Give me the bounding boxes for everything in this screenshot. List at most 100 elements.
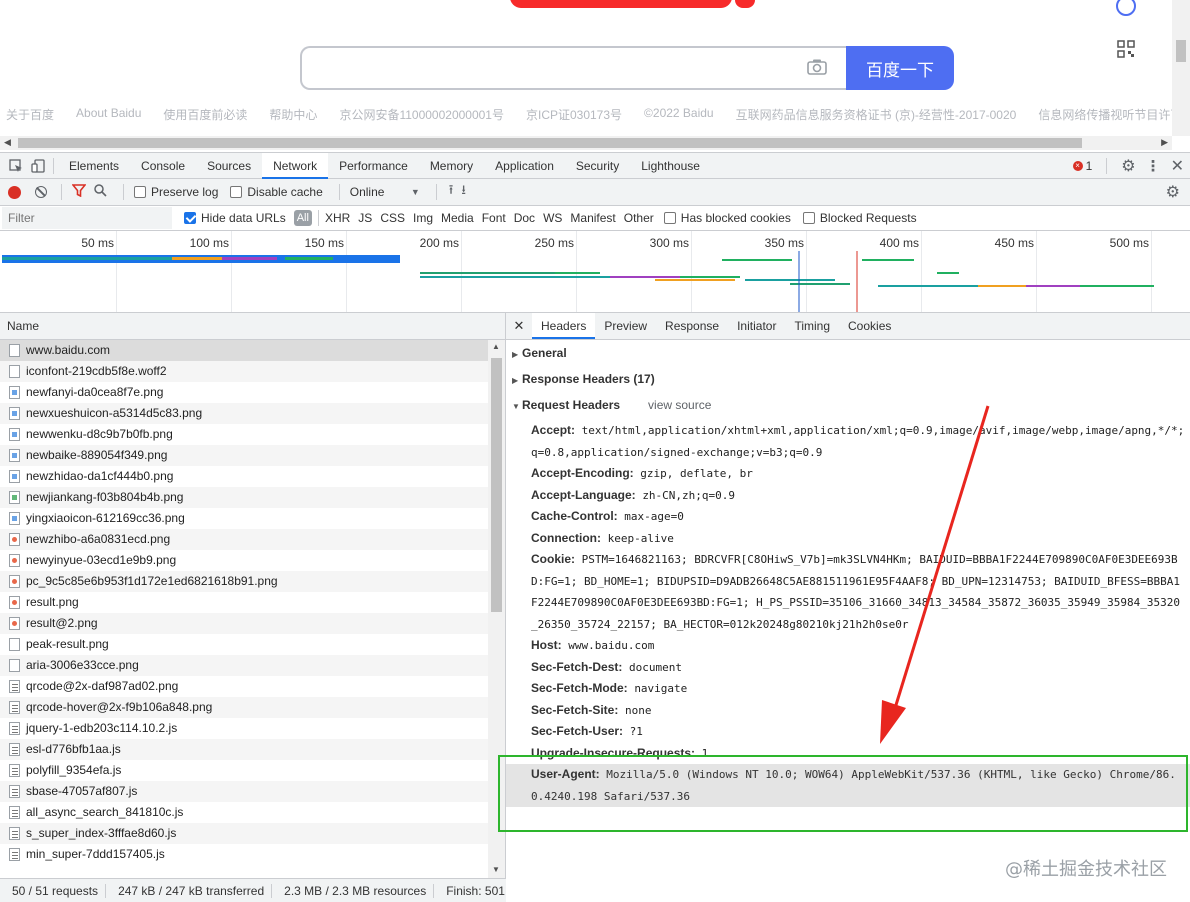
request-row[interactable]: newbaike-889054f349.png <box>0 445 488 466</box>
scroll-down-icon[interactable]: ▼ <box>492 865 500 874</box>
camera-icon[interactable] <box>806 58 828 76</box>
footer-link[interactable]: 信息网络传播视听节目许可 <box>1038 106 1182 123</box>
request-row[interactable]: yingxiaoicon-612169cc36.png <box>0 508 488 529</box>
footer-link[interactable]: About Baidu <box>76 106 141 123</box>
export-har-icon[interactable]: ⭳ <box>461 181 466 203</box>
footer-link[interactable]: 帮助中心 <box>269 106 317 123</box>
request-row[interactable]: newfanyi-da0cea8f7e.png <box>0 382 488 403</box>
network-overview-timeline[interactable]: 50 ms 100 ms 150 ms 200 ms 250 ms 300 ms… <box>0 231 1190 313</box>
header-key: Sec-Fetch-Site: <box>531 702 619 717</box>
tab-elements[interactable]: Elements <box>58 153 130 179</box>
filter-media[interactable]: Media <box>441 211 474 225</box>
request-row[interactable]: qrcode@2x-daf987ad02.png <box>0 676 488 697</box>
hide-data-urls-checkbox[interactable]: Hide data URLs <box>184 211 286 225</box>
tab-timing[interactable]: Timing <box>785 313 839 339</box>
request-row[interactable]: newzhibo-a6a0831ecd.png <box>0 529 488 550</box>
request-row[interactable]: newzhidao-da1cf444b0.png <box>0 466 488 487</box>
tab-cookies[interactable]: Cookies <box>839 313 900 339</box>
error-counter[interactable]: × 1 <box>1072 159 1092 173</box>
footer-link[interactable]: 互联网药品信息服务资格证书 (京)-经营性-2017-0020 <box>736 106 1017 123</box>
close-devtools-icon[interactable]: ✕ <box>1171 156 1184 176</box>
request-row[interactable]: iconfont-219cdb5f8e.woff2 <box>0 361 488 382</box>
request-row[interactable]: pc_9c5c85e6b953f1d172e1ed6821618b91.png <box>0 571 488 592</box>
footer-link[interactable]: 京公网安备11000002000001号 <box>339 106 504 123</box>
scroll-up-icon[interactable]: ▲ <box>492 342 500 351</box>
tab-security[interactable]: Security <box>565 153 630 179</box>
request-row[interactable]: polyfill_9354efa.js <box>0 760 488 781</box>
tab-initiator[interactable]: Initiator <box>728 313 785 339</box>
page-vertical-scrollbar[interactable] <box>1172 0 1190 136</box>
tab-preview[interactable]: Preview <box>595 313 656 339</box>
inspect-element-icon[interactable] <box>8 158 24 174</box>
footer-link[interactable]: 关于百度 <box>6 106 54 123</box>
request-list-scrollbar[interactable]: ▲ ▼ <box>488 340 505 878</box>
name-column-header[interactable]: Name <box>0 313 505 340</box>
request-row[interactable]: qrcode-hover@2x-f9b106a848.png <box>0 697 488 718</box>
tab-headers[interactable]: Headers <box>532 313 596 339</box>
request-row[interactable]: s_super_index-3fffae8d60.js <box>0 823 488 844</box>
device-toolbar-icon[interactable] <box>30 158 46 174</box>
more-options-icon[interactable]: ⋮ <box>1146 157 1161 175</box>
request-row[interactable]: peak-result.png <box>0 634 488 655</box>
tab-performance[interactable]: Performance <box>328 153 419 179</box>
clear-icon[interactable] <box>35 186 47 198</box>
request-headers-toggle[interactable]: ▼ Request Headers view source <box>506 392 1190 418</box>
search-button[interactable]: 百度一下 <box>846 46 954 90</box>
filter-manifest[interactable]: Manifest <box>570 211 615 225</box>
request-row[interactable]: jquery-1-edb203c114.10.2.js <box>0 718 488 739</box>
filter-img[interactable]: Img <box>413 211 433 225</box>
filter-input[interactable] <box>2 207 172 229</box>
throttling-select[interactable]: Online ▼ <box>350 185 420 199</box>
blocked-requests-checkbox[interactable]: Blocked Requests <box>802 211 917 225</box>
tab-console[interactable]: Console <box>130 153 196 179</box>
tab-sources[interactable]: Sources <box>196 153 262 179</box>
tab-network[interactable]: Network <box>262 152 329 179</box>
record-icon[interactable] <box>8 185 21 199</box>
search-icon[interactable] <box>94 184 107 200</box>
scroll-left-icon[interactable]: ◀ <box>4 137 11 148</box>
request-row[interactable]: result@2.png <box>0 613 488 634</box>
preserve-log-checkbox[interactable]: Preserve log <box>134 185 218 199</box>
tab-lighthouse[interactable]: Lighthouse <box>630 153 711 179</box>
tab-application[interactable]: Application <box>484 153 565 179</box>
request-row[interactable]: min_super-7ddd157405.js <box>0 844 488 865</box>
filter-ws[interactable]: WS <box>543 211 562 225</box>
qrcode-icon[interactable] <box>1117 40 1135 58</box>
request-row[interactable]: newjiankang-f03b804b4b.png <box>0 487 488 508</box>
settings-gear-icon[interactable]: ⚙ <box>1121 156 1135 176</box>
filter-js[interactable]: JS <box>358 211 372 225</box>
request-row[interactable]: www.baidu.com <box>0 340 488 361</box>
request-row[interactable]: newyinyue-03ecd1e9b9.png <box>0 550 488 571</box>
search-input[interactable] <box>300 46 850 90</box>
filter-funnel-icon[interactable] <box>71 184 87 200</box>
scroll-right-icon[interactable]: ▶ <box>1161 137 1168 148</box>
filter-font[interactable]: Font <box>482 211 506 225</box>
request-row[interactable]: newxueshuicon-a5314d5c83.png <box>0 403 488 424</box>
request-row[interactable]: newwenku-d8c9b7b0fb.png <box>0 424 488 445</box>
timeline-bars <box>2 251 1154 312</box>
request-row[interactable]: esl-d776bfb1aa.js <box>0 739 488 760</box>
close-details-icon[interactable]: ✕ <box>506 318 532 334</box>
request-row[interactable]: aria-3006e33cce.png <box>0 655 488 676</box>
has-blocked-cookies-checkbox[interactable]: Has blocked cookies <box>663 211 791 225</box>
filter-all-button[interactable]: All <box>293 210 312 226</box>
view-source-link[interactable]: view source <box>648 398 711 412</box>
import-har-icon[interactable]: ⭱ <box>449 181 454 203</box>
response-headers-toggle[interactable]: ▶ Response Headers (17) <box>506 366 1190 392</box>
filter-other[interactable]: Other <box>624 211 654 225</box>
page-horizontal-scrollbar[interactable]: ◀ ▶ <box>0 136 1172 150</box>
network-settings-icon[interactable]: ⚙ <box>1166 182 1180 202</box>
filter-xhr[interactable]: XHR <box>325 211 350 225</box>
tab-memory[interactable]: Memory <box>419 153 484 179</box>
footer-link[interactable]: 京ICP证030173号 <box>526 106 622 123</box>
request-row[interactable]: result.png <box>0 592 488 613</box>
request-row[interactable]: all_async_search_841810c.js <box>0 802 488 823</box>
tab-response[interactable]: Response <box>656 313 728 339</box>
disable-cache-checkbox[interactable]: Disable cache <box>230 185 323 199</box>
footer-link[interactable]: 使用百度前必读 <box>163 106 247 123</box>
request-row[interactable]: sbase-47057af807.js <box>0 781 488 802</box>
general-section-toggle[interactable]: ▶ General <box>506 340 1190 366</box>
refresh-icon[interactable] <box>1116 0 1136 16</box>
filter-doc[interactable]: Doc <box>514 211 535 225</box>
filter-css[interactable]: CSS <box>380 211 405 225</box>
